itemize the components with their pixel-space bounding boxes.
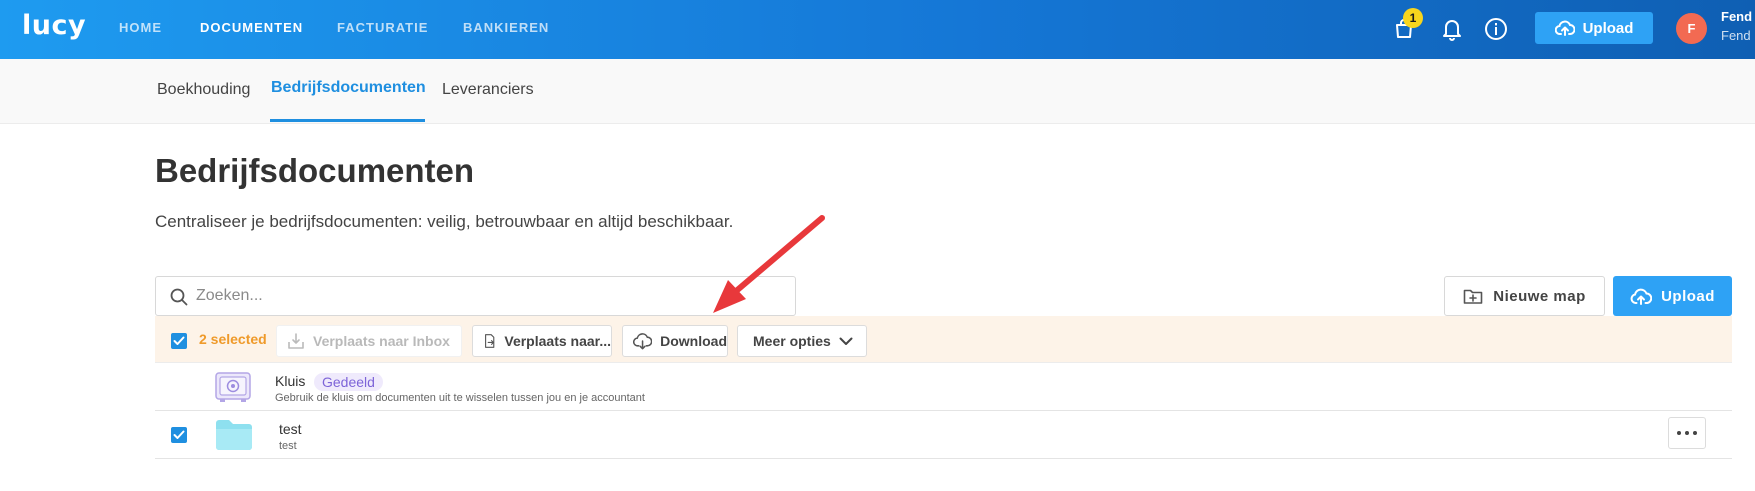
user-name[interactable]: Fend — [1721, 9, 1752, 24]
cloud-download-icon — [633, 332, 653, 349]
page-title: Bedrijfsdocumenten — [155, 152, 475, 189]
chevron-down-icon — [839, 337, 853, 345]
top-navbar: lucy HOME DOCUMENTEN FACTURATIE BANKIERE… — [0, 0, 1755, 59]
selection-toolbar: 2 selected Verplaats naar Inbox Verplaat… — [155, 316, 1732, 363]
nav-bankieren[interactable]: BANKIEREN — [463, 20, 549, 35]
notification-badge: 1 — [1403, 8, 1423, 28]
top-upload-button[interactable]: Upload — [1535, 12, 1653, 44]
download-label: Download — [660, 333, 727, 349]
shared-tag: Gedeeld — [314, 373, 383, 391]
selected-count: 2 selected — [199, 331, 267, 347]
new-folder-label: Nieuwe map — [1493, 287, 1586, 305]
move-to-inbox-button[interactable]: Verplaats naar Inbox — [276, 325, 462, 357]
app-logo[interactable]: lucy — [22, 10, 86, 41]
active-tab-indicator — [270, 119, 425, 122]
top-upload-label: Upload — [1582, 19, 1634, 37]
vault-description: Gebruik de kluis om documenten uit te wi… — [275, 392, 645, 404]
row-checkbox[interactable] — [171, 427, 187, 443]
vault-name[interactable]: Kluis — [275, 373, 305, 389]
row-more-button[interactable] — [1668, 417, 1706, 449]
ellipsis-icon — [1677, 431, 1681, 435]
info-icon[interactable] — [1481, 14, 1511, 44]
tab-bedrijfsdocumenten[interactable]: Bedrijfsdocumenten — [271, 79, 426, 97]
move-to-label: Verplaats naar... — [504, 333, 611, 349]
nav-documenten[interactable]: DOCUMENTEN — [200, 20, 303, 35]
user-company: Fend — [1721, 28, 1751, 43]
move-to-inbox-label: Verplaats naar Inbox — [313, 333, 450, 349]
sub-navigation: Boekhouding Bedrijfsdocumenten Leveranci… — [0, 59, 1755, 124]
vault-icon — [215, 372, 251, 402]
folder-plus-icon — [1463, 289, 1483, 304]
cloud-upload-icon — [1554, 20, 1575, 36]
tab-boekhouding[interactable]: Boekhouding — [157, 81, 250, 99]
new-folder-button[interactable]: Nieuwe map — [1444, 276, 1605, 316]
list-item-folder[interactable]: test test — [155, 411, 1732, 459]
upload-label: Upload — [1661, 287, 1715, 305]
more-options-label: Meer opties — [753, 333, 831, 349]
inbox-download-icon — [288, 333, 304, 349]
move-to-button[interactable]: Verplaats naar... — [472, 325, 612, 357]
search-box — [155, 276, 796, 316]
folder-name[interactable]: test — [279, 421, 302, 437]
upload-button[interactable]: Upload — [1613, 276, 1732, 316]
page-description: Centraliseer je bedrijfsdocumenten: veil… — [155, 212, 734, 231]
search-input[interactable] — [196, 282, 776, 310]
tab-leveranciers[interactable]: Leveranciers — [442, 81, 534, 99]
cloud-upload-icon — [1630, 288, 1653, 305]
download-button[interactable]: Download — [622, 325, 728, 357]
nav-home[interactable]: HOME — [119, 20, 162, 35]
folder-icon — [216, 420, 252, 450]
select-all-checkbox[interactable] — [171, 333, 187, 349]
list-item-vault[interactable]: Kluis Gebruik de kluis om documenten uit… — [155, 363, 1732, 411]
nav-facturatie[interactable]: FACTURATIE — [337, 20, 428, 35]
bell-icon[interactable] — [1437, 14, 1467, 44]
more-options-dropdown[interactable]: Meer opties — [737, 325, 867, 357]
folder-description: test — [279, 440, 297, 452]
file-move-icon — [485, 334, 495, 348]
avatar[interactable]: F — [1676, 13, 1707, 44]
search-icon — [170, 288, 188, 306]
